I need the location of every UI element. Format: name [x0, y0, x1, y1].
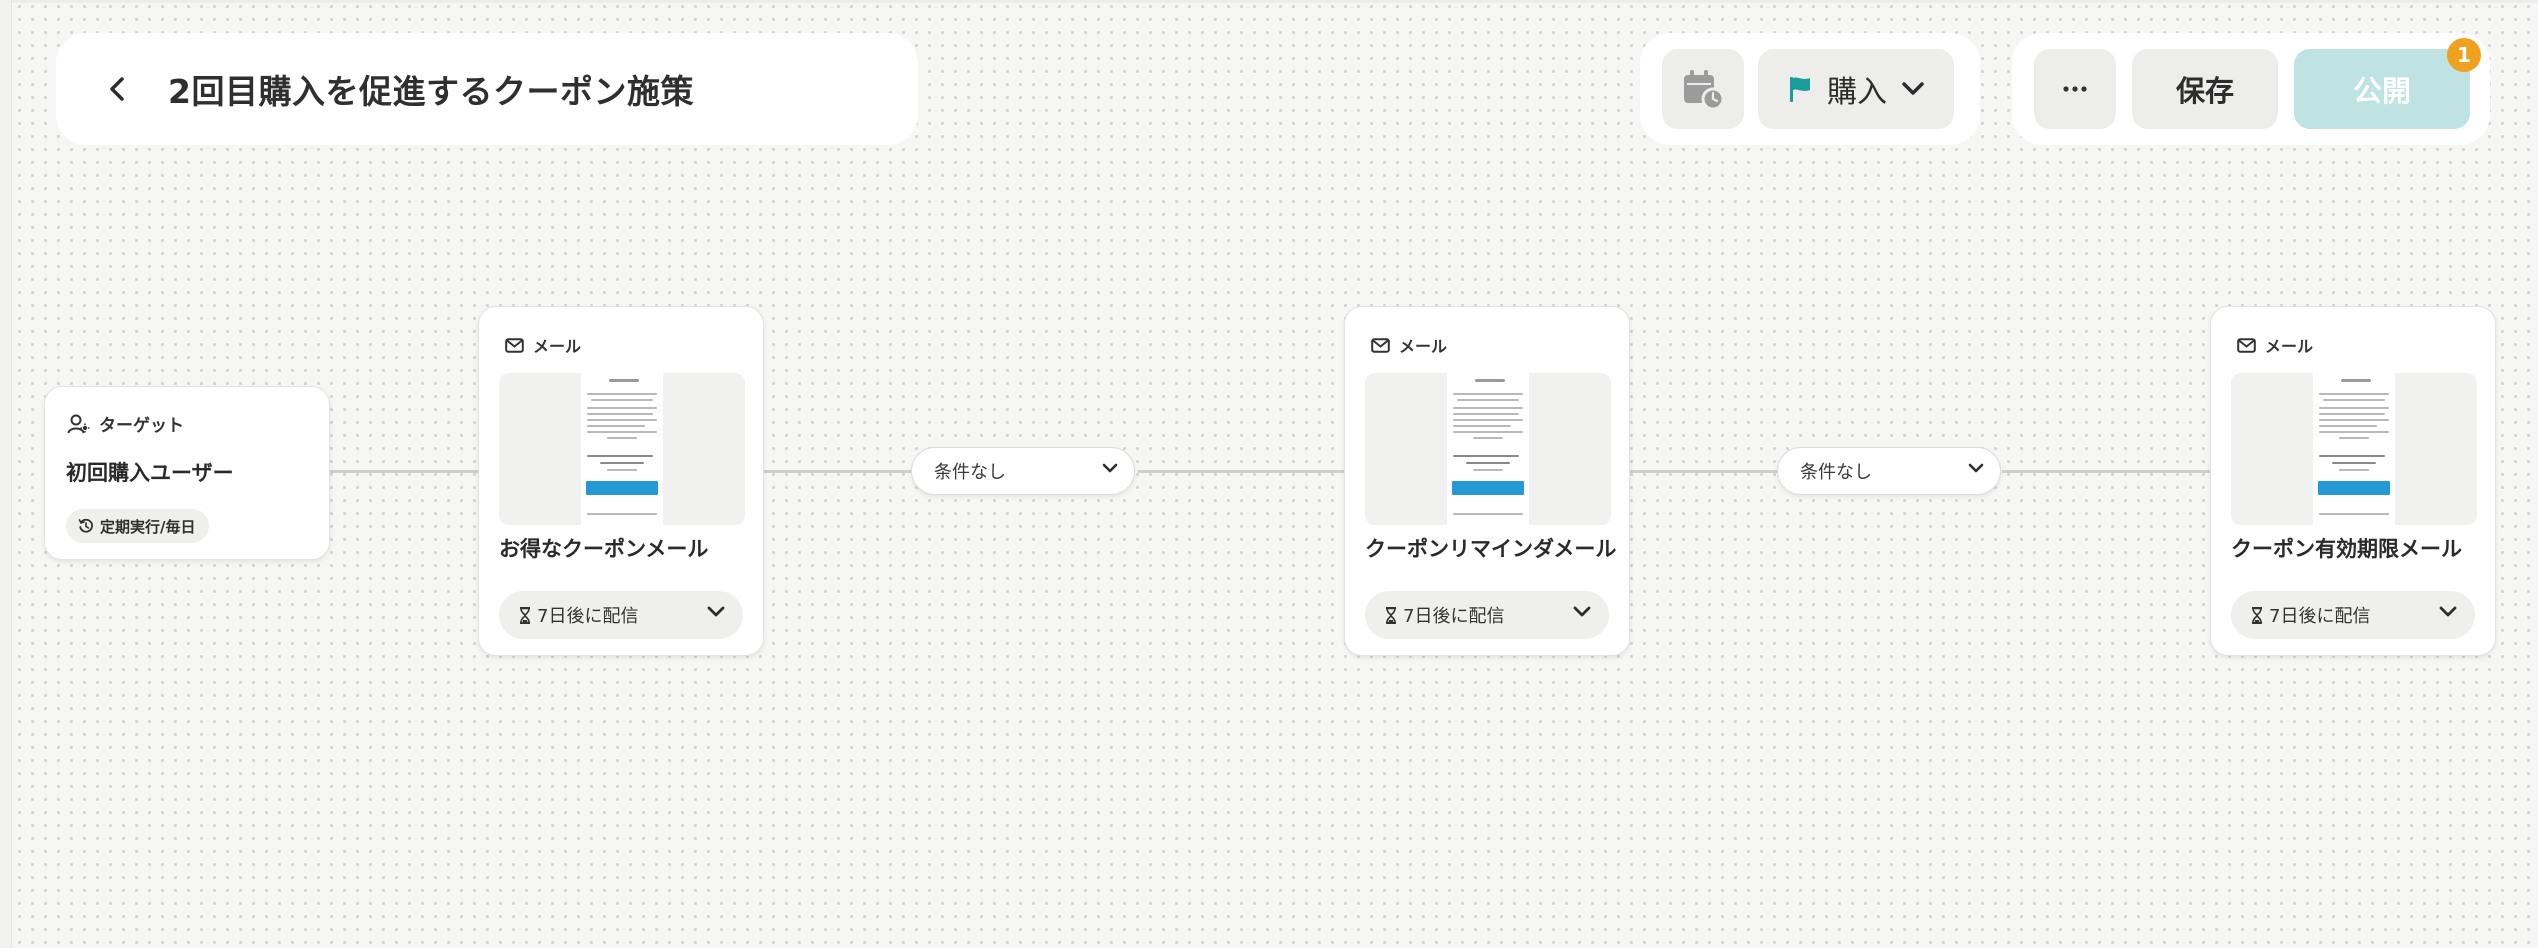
mail-type-label: メール	[533, 337, 582, 356]
mail-node-3[interactable]: メール 停止中 クーポン有効期限メール	[2210, 306, 2496, 656]
mail-preview-document	[581, 373, 663, 525]
mail-preview-thumbnail: 停止中	[2231, 373, 2477, 525]
hourglass-icon	[1386, 606, 1396, 624]
delay-dropdown[interactable]: 7日後に配信	[499, 591, 743, 639]
chevron-down-icon	[1902, 82, 1924, 95]
more-options-button[interactable]	[2034, 49, 2116, 129]
connector-line	[764, 470, 914, 473]
mail-preview-thumbnail: 停止中	[1365, 373, 1611, 525]
connector-line	[2002, 470, 2210, 473]
title-panel: 2回目購入を促進するクーポン施策	[56, 33, 918, 145]
target-node-header: ターゲット	[67, 411, 184, 436]
delay-dropdown[interactable]: 7日後に配信	[1365, 591, 1609, 639]
connector-line	[1138, 470, 1344, 473]
target-node[interactable]: ターゲット 初回購入ユーザー 定期実行/毎日	[44, 386, 330, 560]
schedule-conversion-panel: 購入	[1640, 33, 1980, 145]
notification-badge: 1	[2447, 38, 2481, 72]
mail-preview-document	[2313, 373, 2395, 525]
save-button[interactable]: 保存	[2132, 49, 2278, 129]
condition-dropdown-2[interactable]: 条件なし	[1777, 447, 2001, 495]
mail-type-label: メール	[1399, 337, 1448, 356]
mail-node-header: メール	[1371, 333, 1447, 357]
mail-icon	[1371, 337, 1390, 353]
delay-dropdown[interactable]: 7日後に配信	[2231, 591, 2475, 639]
chevron-down-icon	[707, 606, 725, 617]
user-target-icon	[67, 414, 90, 433]
condition-dropdown-1[interactable]: 条件なし	[911, 447, 1135, 495]
back-chevron-icon	[110, 77, 124, 101]
flag-icon	[1790, 77, 1810, 102]
publish-button[interactable]: 公開	[2294, 49, 2470, 129]
conversion-label: 購入	[1827, 75, 1887, 110]
mail-node-1[interactable]: メール 停止中 お得なクーポンメール	[478, 306, 764, 656]
mail-icon	[505, 337, 524, 353]
history-icon	[78, 518, 93, 533]
actions-panel: 保存 公開	[2012, 33, 2490, 145]
mail-node-2[interactable]: メール 停止中 クーポンリマインダメール	[1344, 306, 1630, 656]
mail-type-label: メール	[2265, 337, 2314, 356]
condition-label: 条件なし	[934, 462, 1006, 483]
hourglass-icon	[520, 606, 530, 624]
delay-label: 7日後に配信	[2269, 606, 2371, 627]
schedule-chip[interactable]: 定期実行/毎日	[66, 509, 210, 543]
mail-node-header: メール	[505, 333, 581, 357]
chevron-down-icon	[1102, 463, 1118, 473]
mail-preview-cta	[586, 481, 658, 495]
chevron-down-icon	[1573, 606, 1591, 617]
back-button[interactable]	[98, 69, 138, 109]
conversion-dropdown[interactable]: 購入	[1758, 49, 1954, 129]
condition-label: 条件なし	[1800, 462, 1872, 483]
delay-label: 7日後に配信	[1403, 606, 1505, 627]
mail-preview-thumbnail: 停止中	[499, 373, 745, 525]
schedule-button[interactable]	[1662, 49, 1744, 129]
mail-node-header: メール	[2237, 333, 2313, 357]
mail-icon	[2237, 337, 2256, 353]
delay-label: 7日後に配信	[537, 606, 639, 627]
target-type-label: ターゲット	[99, 416, 184, 436]
canvas-top-edge	[0, 0, 2538, 3]
connector-line	[330, 470, 478, 473]
more-dots-icon	[2063, 86, 2087, 92]
target-title: 初回購入ユーザー	[66, 461, 234, 485]
connector-line	[1630, 470, 1778, 473]
mail-preview-cta	[1452, 481, 1524, 495]
mail-preview-cta	[2318, 481, 2390, 495]
schedule-label: 定期実行/毎日	[100, 517, 196, 536]
mail-title: クーポン有効期限メール	[2231, 537, 2462, 561]
page-title: 2回目購入を促進するクーポン施策	[168, 72, 694, 111]
mail-title: お得なクーポンメール	[499, 537, 709, 561]
mail-preview-document	[1447, 373, 1529, 525]
chevron-down-icon	[1968, 463, 1984, 473]
mail-title: クーポンリマインダメール	[1365, 537, 1617, 561]
chevron-down-icon	[2439, 606, 2457, 617]
hourglass-icon	[2252, 606, 2262, 624]
calendar-clock-icon	[1684, 70, 1725, 111]
canvas-left-edge	[0, 0, 12, 948]
